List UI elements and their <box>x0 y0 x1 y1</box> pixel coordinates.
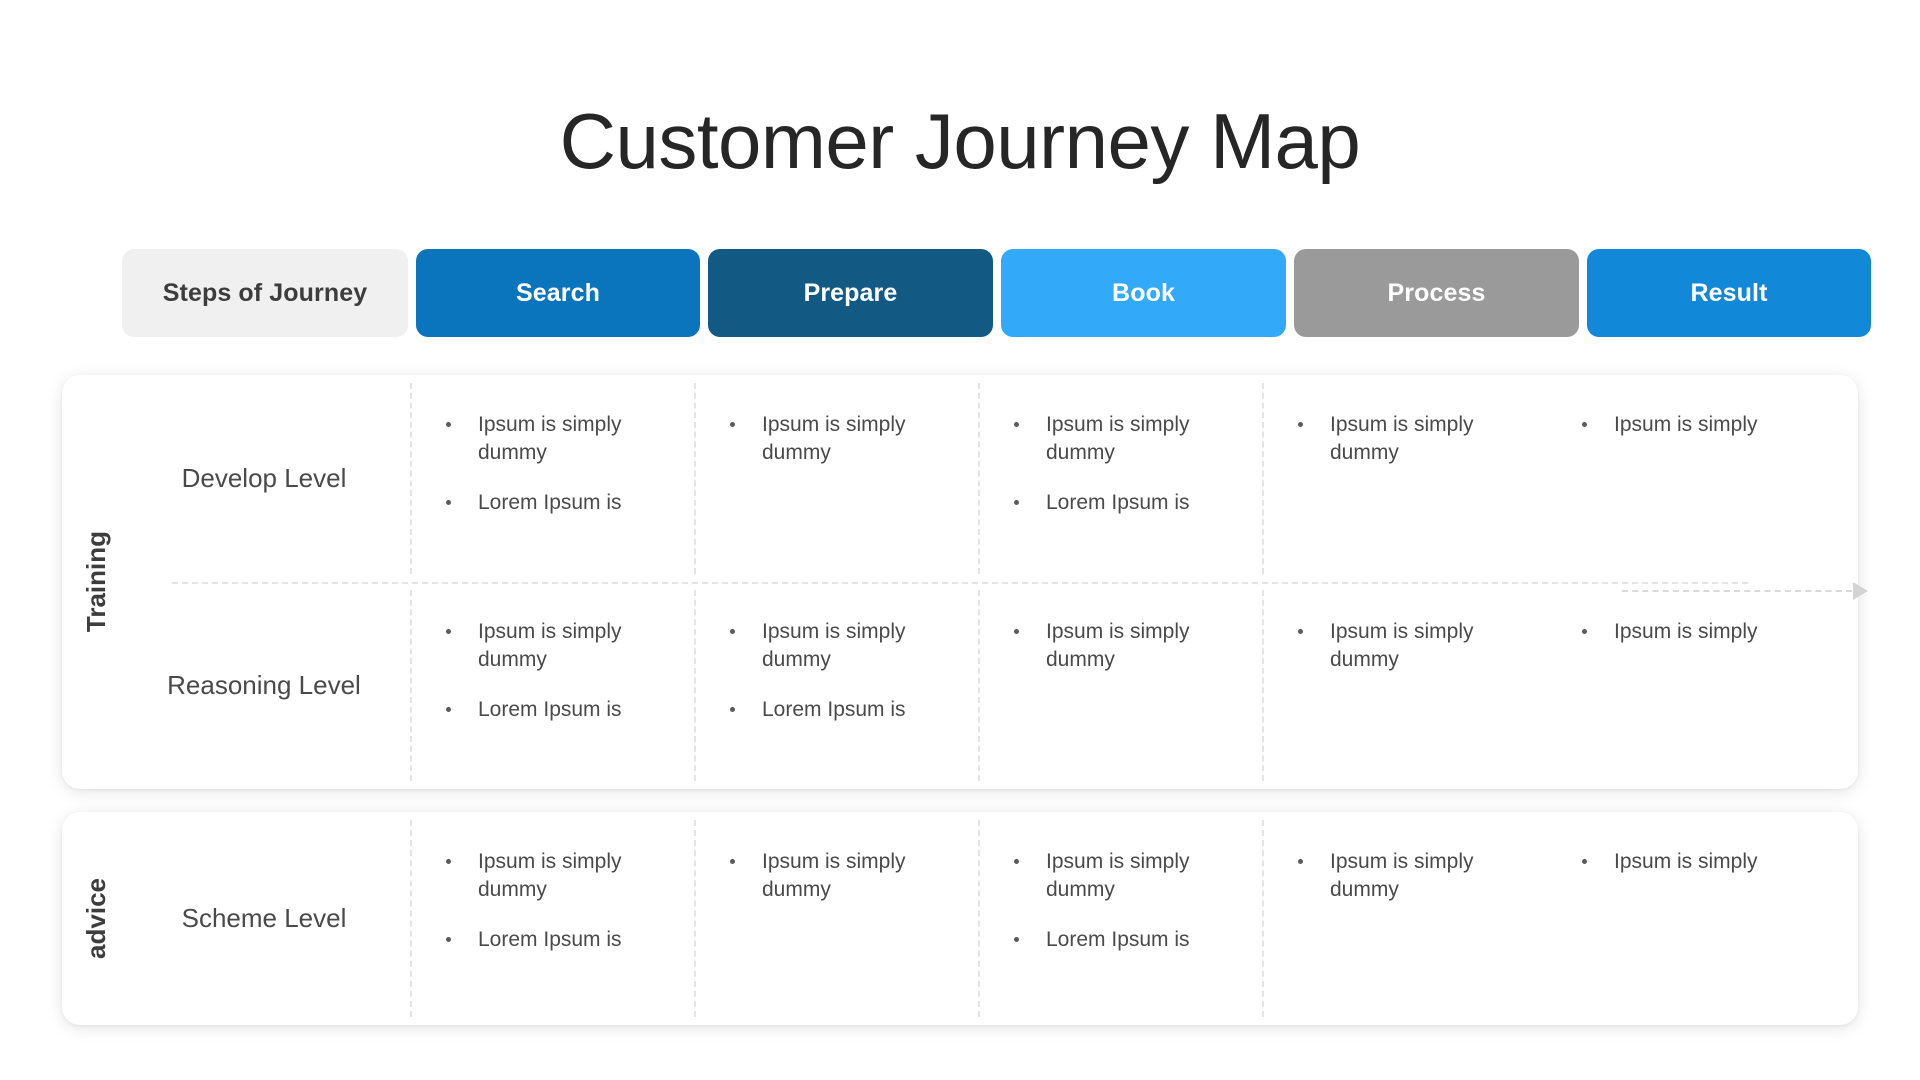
bullet-item: Ipsum is simply dummy <box>724 411 914 467</box>
bullet-item: Lorem Ipsum is <box>724 696 914 724</box>
table-row: Develop Level Ipsum is simply dummy Lorem … <box>62 375 1858 582</box>
step-pill-process[interactable]: Process <box>1294 249 1579 337</box>
table-row: Scheme Level Ipsum is simply dummy Lorem I… <box>62 812 1858 1025</box>
bullet-item: Ipsum is simply dummy <box>1008 411 1198 467</box>
bullet-item: Ipsum is simply <box>1576 618 1766 646</box>
bullet-item: Ipsum is simply <box>1576 848 1766 876</box>
bullet-item: Lorem Ipsum is <box>1008 489 1198 517</box>
row-label: Scheme Level <box>181 903 347 933</box>
bullet-item: Ipsum is simply dummy <box>1292 848 1482 904</box>
table-row: Reasoning Level Ipsum is simply dummy Lore… <box>62 582 1858 789</box>
bullet-list: Ipsum is simply dummy Lorem Ipsum is <box>1008 848 1246 954</box>
step-pill-result[interactable]: Result <box>1587 249 1871 337</box>
journey-cell: Ipsum is simply dummy <box>978 582 1262 789</box>
bullet-item: Ipsum is simply dummy <box>440 411 630 467</box>
journey-cell: Ipsum is simply dummy Lorem Ipsum is <box>410 375 694 582</box>
journey-cell: Ipsum is simply dummy <box>694 375 978 582</box>
card-training: Training Develop Level Ipsum is simply du… <box>62 375 1868 789</box>
bullet-item: Ipsum is simply dummy <box>1292 618 1482 674</box>
bullet-list: Ipsum is simply dummy Lorem Ipsum is <box>440 848 678 954</box>
journey-cell: Ipsum is simply dummy <box>1262 375 1546 582</box>
bullet-list: Ipsum is simply dummy Lorem Ipsum is <box>440 411 678 517</box>
step-pill-search[interactable]: Search <box>416 249 700 337</box>
bullet-item: Lorem Ipsum is <box>440 696 630 724</box>
bullet-item: Ipsum is simply dummy <box>440 618 630 674</box>
bullet-list: Ipsum is simply <box>1576 411 1814 439</box>
page-title: Customer Journey Map <box>559 97 1361 185</box>
bullet-list: Ipsum is simply dummy <box>1292 848 1530 904</box>
journey-cell: Ipsum is simply dummy Lorem Ipsum is <box>410 582 694 789</box>
journey-cell: Ipsum is simply dummy Lorem Ipsum is <box>978 812 1262 1025</box>
journey-cell: Ipsum is simply <box>1546 812 1830 1025</box>
row-label: Reasoning Level <box>167 670 361 700</box>
bullet-item: Ipsum is simply dummy <box>1292 411 1482 467</box>
journey-cell: Ipsum is simply dummy <box>1262 812 1546 1025</box>
bullet-list: Ipsum is simply dummy <box>1292 411 1530 467</box>
bullet-list: Ipsum is simply dummy <box>1292 618 1530 674</box>
steps-of-journey-label: Steps of Journey <box>122 249 408 337</box>
bullet-item: Ipsum is simply dummy <box>1008 618 1198 674</box>
bullet-item: Ipsum is simply dummy <box>1008 848 1198 904</box>
bullet-list: Ipsum is simply dummy Lorem Ipsum is <box>724 618 962 724</box>
bullet-list: Ipsum is simply <box>1576 618 1814 646</box>
bullet-list: Ipsum is simply dummy <box>724 411 962 467</box>
bullet-list: Ipsum is simply dummy <box>724 848 962 904</box>
bullet-list: Ipsum is simply dummy Lorem Ipsum is <box>1008 411 1246 517</box>
step-pill-book[interactable]: Book <box>1001 249 1286 337</box>
journey-cell: Ipsum is simply dummy <box>1262 582 1546 789</box>
journey-cell: Ipsum is simply dummy Lorem Ipsum is <box>410 812 694 1025</box>
bullet-item: Ipsum is simply dummy <box>440 848 630 904</box>
row-label: Develop Level <box>181 463 347 493</box>
bullet-item: Ipsum is simply <box>1576 411 1766 439</box>
journey-cell: Ipsum is simply <box>1546 582 1830 789</box>
card-advice: advice Scheme Level Ipsum is simply dummy… <box>62 812 1858 1025</box>
rows-advice: Scheme Level Ipsum is simply dummy Lorem I… <box>62 812 1858 1025</box>
customer-journey-map-page: Customer Journey Map Steps of Journey Se… <box>0 0 1920 1080</box>
journey-cell: Ipsum is simply <box>1546 375 1830 582</box>
bullet-item: Lorem Ipsum is <box>440 926 630 954</box>
rows-training: Develop Level Ipsum is simply dummy Lorem … <box>62 375 1858 789</box>
step-pill-prepare[interactable]: Prepare <box>708 249 993 337</box>
journey-cell: Ipsum is simply dummy Lorem Ipsum is <box>694 582 978 789</box>
bullet-item: Lorem Ipsum is <box>1008 926 1198 954</box>
bullet-list: Ipsum is simply dummy Lorem Ipsum is <box>440 618 678 724</box>
bullet-item: Lorem Ipsum is <box>440 489 630 517</box>
bullet-list: Ipsum is simply dummy <box>1008 618 1246 674</box>
steps-header-row: Steps of Journey Search Prepare Book Pro… <box>122 249 1871 337</box>
bullet-item: Ipsum is simply dummy <box>724 848 914 904</box>
journey-cell: Ipsum is simply dummy <box>694 812 978 1025</box>
bullet-list: Ipsum is simply <box>1576 848 1814 876</box>
bullet-item: Ipsum is simply dummy <box>724 618 914 674</box>
journey-cell: Ipsum is simply dummy Lorem Ipsum is <box>978 375 1262 582</box>
